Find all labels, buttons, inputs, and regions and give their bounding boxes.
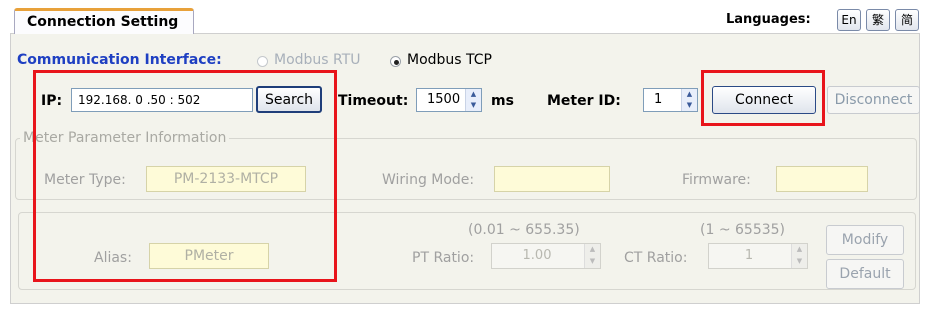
ct-ratio-range: (1 ~ 65535) (700, 222, 785, 238)
meter-id-spinner[interactable]: ▲ ▼ (681, 89, 697, 111)
connect-highlight-box (701, 70, 825, 126)
timeout-spinner[interactable]: ▲ ▼ (465, 89, 481, 111)
ip-search-highlight-box (33, 70, 337, 282)
wiring-mode-field (494, 166, 610, 192)
pt-ratio-label: PT Ratio: (412, 250, 475, 266)
modify-button[interactable]: Modify (826, 225, 904, 255)
wiring-mode-label: Wiring Mode: (382, 172, 475, 188)
modbus-tcp-label: Modbus TCP (407, 52, 492, 68)
meter-id-label: Meter ID: (547, 93, 621, 109)
communication-interface-label: Communication Interface: (17, 52, 222, 68)
language-en-button[interactable]: En (837, 9, 861, 31)
timeout-unit-label: ms (491, 93, 514, 109)
default-button[interactable]: Default (826, 259, 904, 289)
pt-ratio-spinner: ▲ ▼ (584, 244, 600, 268)
modbus-rtu-label: Modbus RTU (274, 52, 361, 68)
firmware-field (776, 166, 868, 192)
languages-label: Languages: (726, 12, 811, 27)
modbus-tcp-radio[interactable] (390, 56, 401, 67)
tab-connection-setting[interactable]: Connection Setting (14, 8, 194, 36)
language-simplified-chinese-button[interactable]: 简 (895, 9, 919, 31)
ct-ratio-label: CT Ratio: (624, 250, 688, 266)
modbus-rtu-radio[interactable] (257, 56, 268, 67)
timeout-label: Timeout: (338, 93, 409, 109)
ct-ratio-spinner: ▲ ▼ (791, 244, 807, 268)
firmware-label: Firmware: (682, 172, 751, 188)
language-traditional-chinese-button[interactable]: 繁 (866, 9, 890, 31)
disconnect-button[interactable]: Disconnect (827, 86, 920, 114)
pt-ratio-range: (0.01 ~ 655.35) (468, 222, 580, 238)
